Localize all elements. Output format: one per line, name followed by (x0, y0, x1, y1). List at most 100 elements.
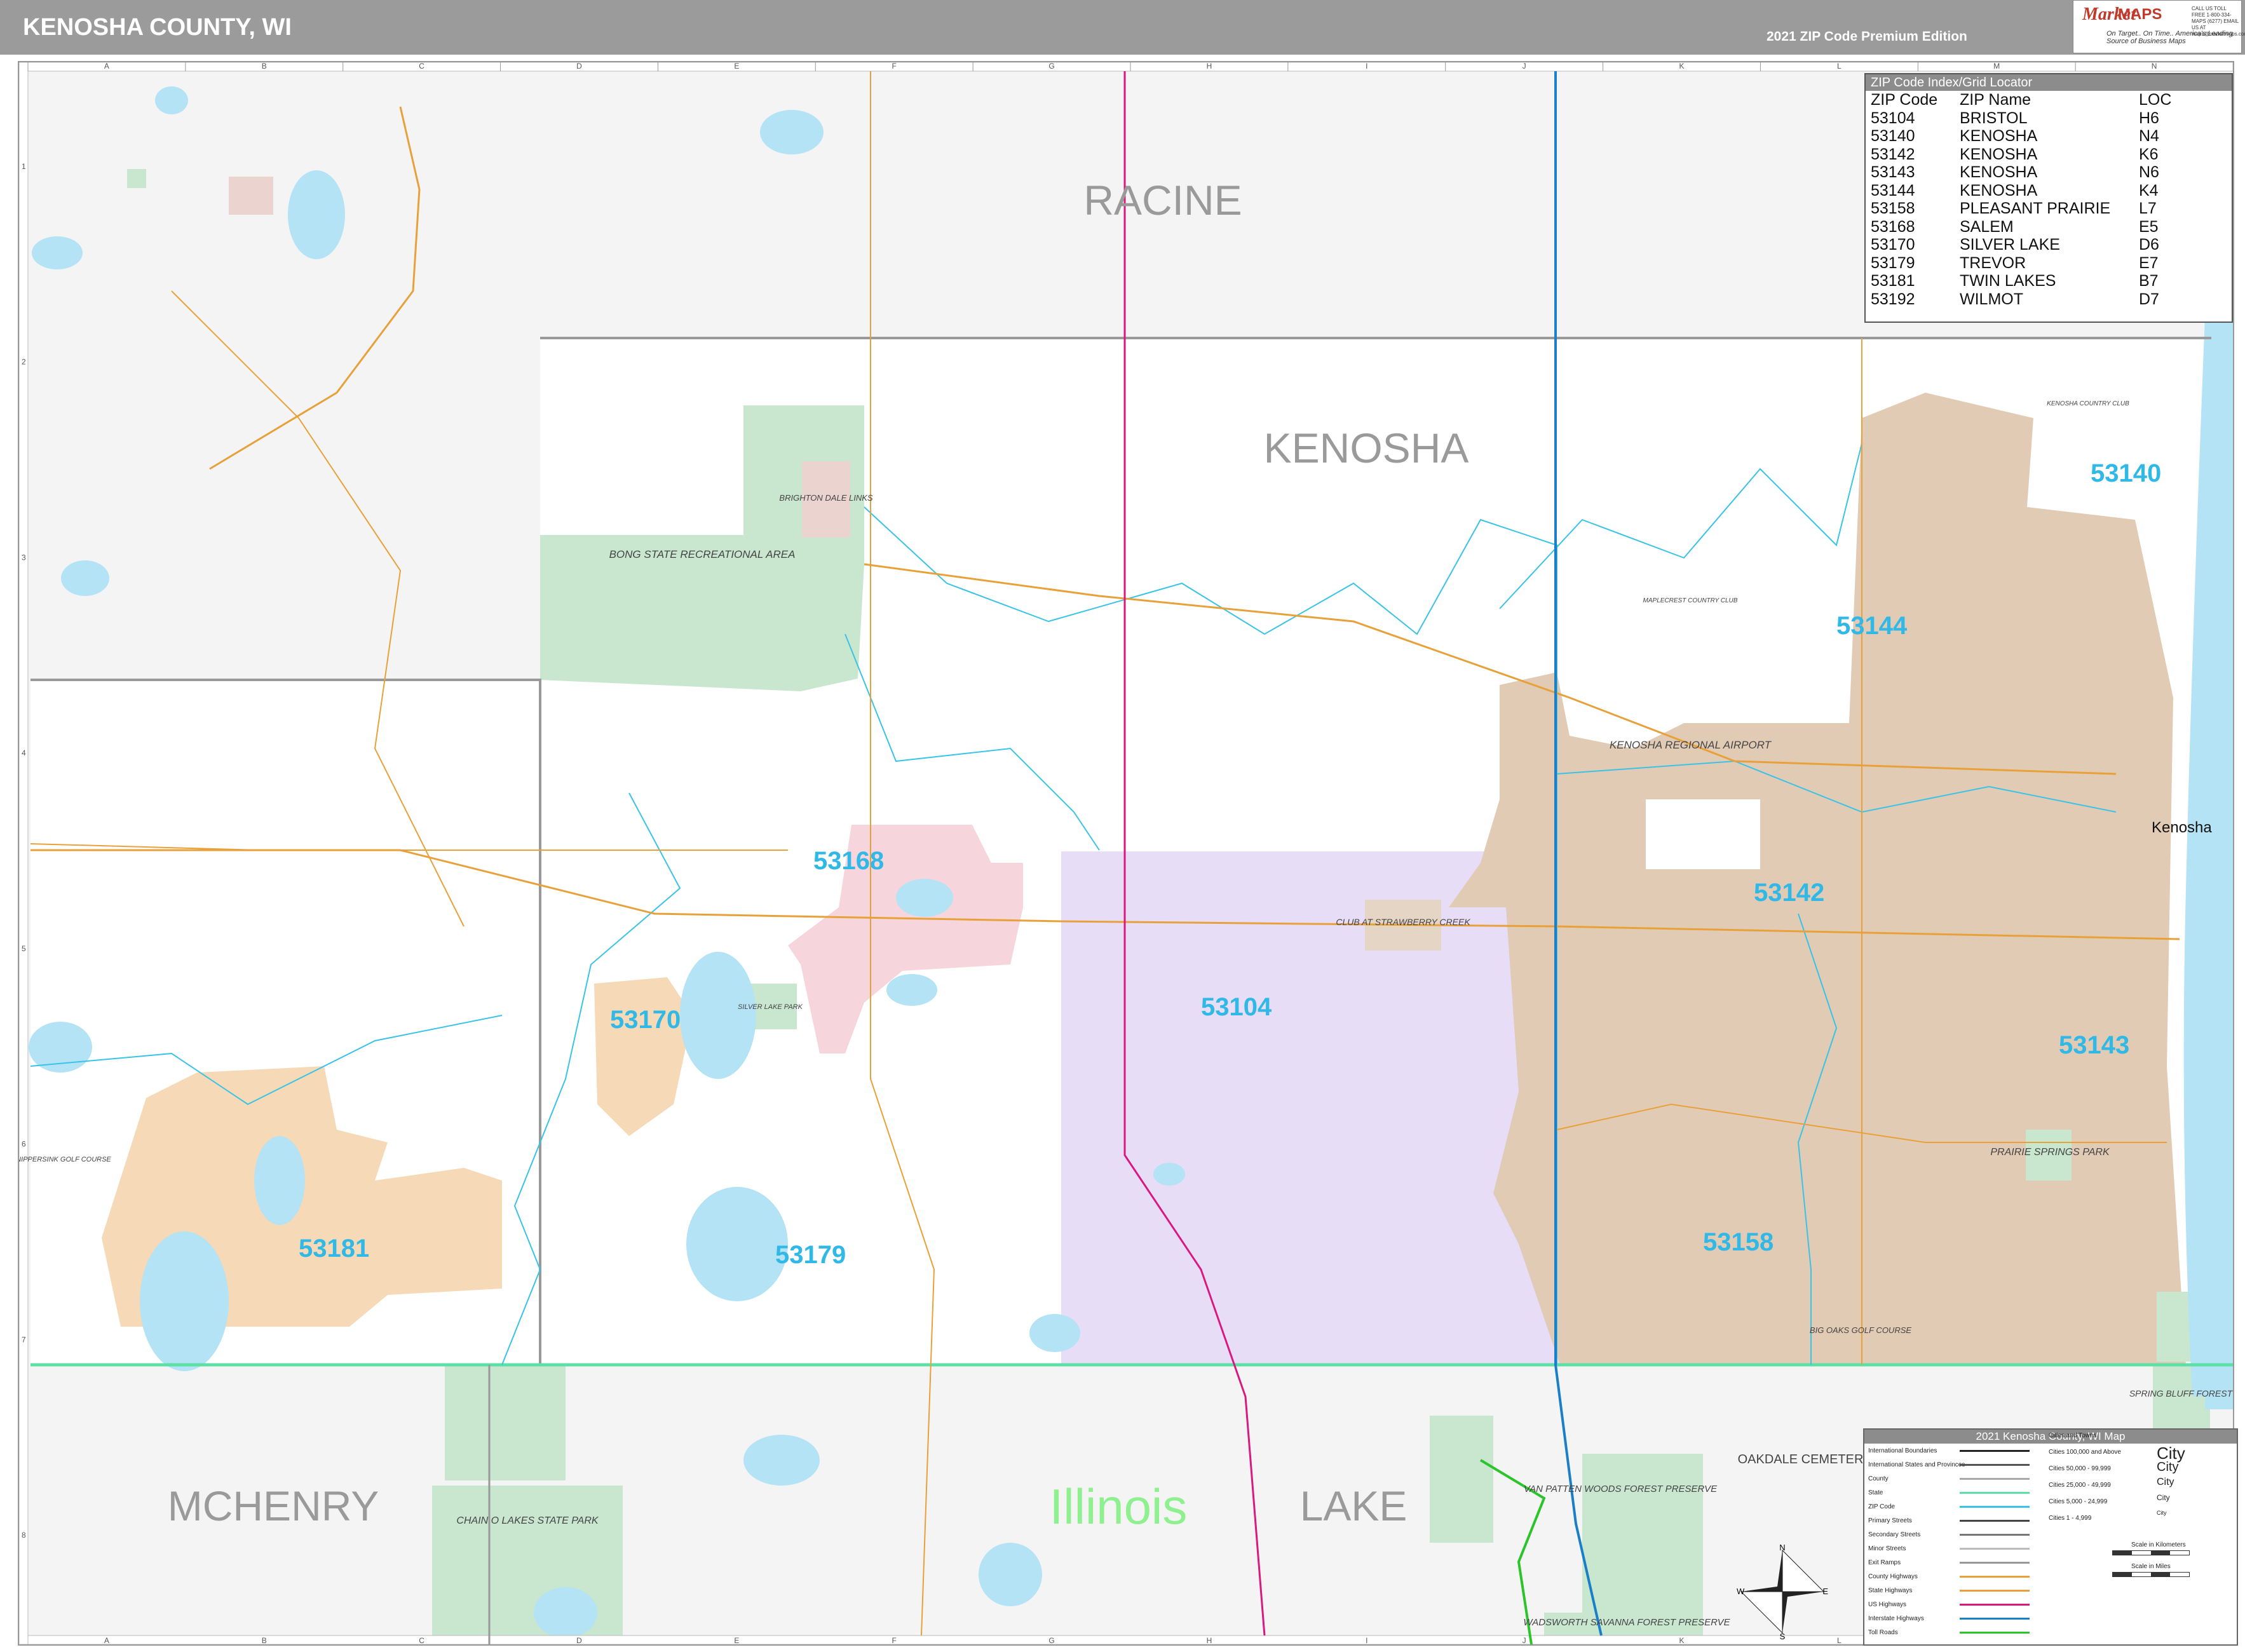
county-label-lake: LAKE (1300, 1482, 1407, 1529)
zip-index-header-row: ZIP Code ZIP Name LOC (1871, 91, 2174, 109)
grid-col-label-top: K (1679, 62, 1684, 71)
grid-col-label-top: L (1837, 62, 1841, 71)
zip-index-row: 53143 KENOSHA N6 (1871, 163, 2174, 182)
grid-row-label: 4 (22, 748, 26, 757)
legend-city-sample: City (2157, 1493, 2170, 1502)
zip-index-name: KENOSHA (1960, 163, 2038, 181)
grid-col-label-top: H (1207, 62, 1212, 71)
zip-index-row: 53144 KENOSHA K4 (1871, 182, 2174, 200)
zip-index-col-loc: LOC (2139, 91, 2172, 109)
zip-index-row: 53168 SALEM E5 (1871, 218, 2174, 236)
grid-col-label-bottom: H (1207, 1636, 1212, 1644)
zip-index-loc: N4 (2139, 127, 2159, 145)
zip-index-loc: D7 (2139, 290, 2159, 308)
zip-index-name: KENOSHA (1960, 145, 2038, 163)
grid-row-label: 1 (22, 162, 26, 171)
zip-index-name: BRISTOL (1960, 109, 2028, 127)
county-label-racine: RACINE (1083, 177, 1242, 224)
zip-index-zip: 53144 (1871, 181, 1915, 200)
legend-line-swatch (1960, 1520, 2030, 1522)
grid-col-label-bottom: I (1366, 1636, 1367, 1644)
grid-row-label: 6 (22, 1140, 26, 1149)
legend-line-swatch (1960, 1632, 2030, 1634)
zip-index-name: TREVOR (1960, 254, 2026, 272)
lake-bristol-south (1029, 1314, 1080, 1352)
lake-racine-4 (32, 236, 83, 269)
park-label-spring-bluff: SPRING BLUFF FOREST (2129, 1388, 2233, 1398)
legend-line-label: ZIP Code (1868, 1503, 1896, 1510)
zip-index-name: WILMOT (1960, 290, 2023, 308)
legend-line-label: County (1868, 1475, 1889, 1482)
grid-col-label-bottom: K (1679, 1636, 1684, 1644)
grid-col-label-top: F (892, 62, 897, 71)
legend-line-swatch (1960, 1618, 2030, 1620)
map-edition: 2021 ZIP Code Premium Edition (1767, 29, 1967, 44)
grid-col-label-top: G (1048, 62, 1054, 71)
zip-label: 53168 (813, 847, 884, 875)
label-oakdale-cemetery: OAKDALE CEMETERY (1738, 1452, 1872, 1466)
legend-scale-mi: Scale in Miles (2131, 1563, 2171, 1570)
grid-row-label: 2 (22, 358, 26, 367)
scale-bar-mi (2112, 1572, 2190, 1577)
city-kenosha: Kenosha (2152, 819, 2212, 836)
logo-maps: MAPS (2118, 6, 2162, 23)
lake-il-3 (534, 1587, 597, 1638)
zip-index-zip: 53170 (1871, 236, 1915, 254)
legend-city-range: Cities 1 - 4,999 (2049, 1515, 2092, 1522)
compass-n: N (1779, 1544, 1785, 1552)
zip-index-row: 53192 WILMOT D7 (1871, 290, 2174, 309)
racine-park-red (229, 177, 273, 215)
legend-city-sample: City (2157, 1510, 2167, 1516)
title-bar: KENOSHA COUNTY, WI 2021 ZIP Code Premium… (0, 0, 2245, 55)
grid-col-label-top: N (2152, 62, 2157, 71)
zip-index-zip: 53192 (1871, 290, 1915, 308)
legend-line-label: International Boundaries (1868, 1447, 1937, 1454)
grid-col-label-top: I (1366, 62, 1367, 71)
golf-label-maplecrest: MAPLECREST COUNTRY CLUB (1643, 597, 1738, 604)
racine-park-small (127, 169, 146, 188)
legend-line-swatch (1960, 1492, 2030, 1494)
lake-bristol (1153, 1163, 1185, 1186)
zip-index-row: 53104 BRISTOL H6 (1871, 109, 2174, 128)
zip-index-name: KENOSHA (1960, 127, 2038, 145)
park-label-brighton: BRIGHTON DALE LINKS (779, 493, 872, 503)
park-des-plaines (1430, 1416, 1493, 1543)
legend-line-swatch (1960, 1590, 2030, 1592)
zip-index-loc: K4 (2139, 181, 2159, 200)
zip-index-zip: 53104 (1871, 109, 1915, 127)
zip-index-name: SILVER LAKE (1960, 236, 2060, 254)
zip-index-zip: 53140 (1871, 127, 1915, 145)
zip-index-table: ZIP Code ZIP Name LOC 53104 BRISTOL H6 5314… (1871, 91, 2174, 308)
legend-line-swatch (1960, 1562, 2030, 1564)
county-label-mchenry: MCHENRY (168, 1482, 379, 1529)
zip-index-loc: K6 (2139, 145, 2159, 163)
lake-racine-1 (760, 110, 824, 154)
grid-col-label-bottom: G (1048, 1636, 1054, 1644)
zip-index-name: PLEASANT PRAIRIE (1960, 200, 2111, 217)
legend-line-label: International States and Provinces (1868, 1461, 1965, 1468)
zip-index-loc: L7 (2139, 200, 2157, 217)
zip-index-loc: B7 (2139, 272, 2159, 290)
legend-line-swatch (1960, 1478, 2030, 1480)
grid-col-label-top: J (1523, 62, 1526, 71)
legend-cities-header: Cities and Towns (2049, 1432, 2097, 1439)
legend-city-sample: City (2157, 1477, 2174, 1487)
zip-index-loc: D6 (2139, 236, 2159, 254)
grid-row-label: 8 (22, 1531, 26, 1540)
park-label-bigoaks: BIG OAKS GOLF COURSE (1810, 1325, 1911, 1335)
kenosha-airport-land (1646, 799, 1760, 869)
zip-index-row: 53142 KENOSHA K6 (1871, 146, 2174, 164)
compass-w: W (1737, 1587, 1745, 1596)
legend-city-range: Cities 5,000 - 24,999 (2049, 1498, 2108, 1505)
zip-index-loc: H6 (2139, 109, 2159, 127)
zip-index-zip: 53179 (1871, 254, 1915, 272)
legend-line-swatch (1960, 1576, 2030, 1578)
lake-michigan (2205, 316, 2233, 1409)
legend-line-swatch (1960, 1604, 2030, 1606)
zip-index-loc: N6 (2139, 163, 2159, 181)
lake-silver (680, 952, 756, 1079)
legend-line-label: Toll Roads (1868, 1629, 1898, 1636)
grid-row-label: 7 (22, 1335, 26, 1344)
grid-row-label: 3 (22, 553, 26, 562)
zip-area-53104 (1061, 851, 1560, 1365)
